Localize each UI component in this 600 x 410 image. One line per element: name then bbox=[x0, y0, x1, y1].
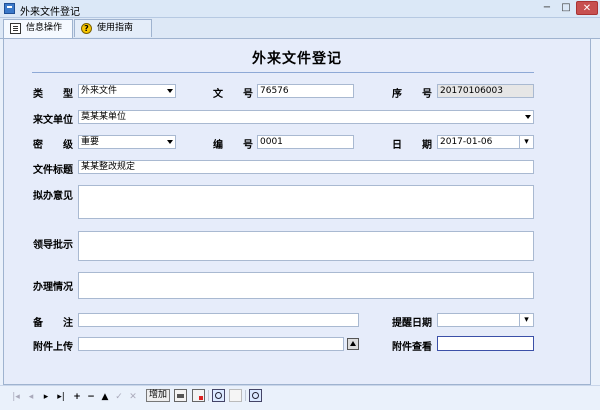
help-icon: ? bbox=[81, 23, 92, 34]
window-title: 外来文件登记 bbox=[20, 7, 80, 18]
add-record-icon[interactable]: + bbox=[72, 391, 82, 403]
print-delete-icon[interactable] bbox=[192, 389, 205, 402]
date-dropdown-icon[interactable]: ▾ bbox=[519, 136, 533, 148]
secret-label: 密 级 bbox=[33, 140, 73, 151]
doc-title-label: 文件标题 bbox=[33, 165, 73, 176]
from-unit-select[interactable]: 莫某某单位 bbox=[78, 110, 534, 124]
attach-view-field[interactable] bbox=[437, 336, 534, 351]
prev-record-icon[interactable]: ◂ bbox=[26, 391, 36, 403]
up-record-icon[interactable]: ▲ bbox=[100, 391, 110, 403]
toolbar-separator bbox=[208, 390, 209, 401]
document-icon bbox=[10, 23, 21, 34]
note-field[interactable] bbox=[78, 313, 359, 327]
handling-status-textarea[interactable] bbox=[78, 272, 534, 299]
from-unit-value: 莫某某单位 bbox=[81, 112, 127, 122]
date-picker[interactable]: 2017-01-06 ▾ bbox=[437, 135, 534, 149]
remind-date-picker[interactable]: ▾ bbox=[437, 313, 534, 327]
doc-title-field[interactable]: 某某整改规定 bbox=[78, 160, 534, 174]
leader-instruction-textarea[interactable] bbox=[78, 231, 534, 261]
chevron-down-icon bbox=[167, 140, 173, 144]
date-value: 2017-01-06 bbox=[440, 137, 493, 147]
delete-record-icon[interactable]: − bbox=[86, 391, 96, 403]
form-title: 外来文件登记 bbox=[252, 51, 342, 67]
number-field[interactable]: 0001 bbox=[257, 135, 354, 149]
secret-level-select[interactable]: 重要 bbox=[78, 135, 176, 149]
title-bar: 外来文件登记 − □ ✕ bbox=[0, 0, 600, 18]
type-value: 外来文件 bbox=[81, 86, 118, 96]
search-icon[interactable] bbox=[249, 389, 262, 402]
attach-view-label: 附件查看 bbox=[392, 342, 432, 353]
serial-field: 20170106003 bbox=[437, 84, 534, 98]
upload-icon[interactable] bbox=[347, 338, 359, 350]
from-unit-label: 来文单位 bbox=[33, 115, 73, 126]
date-label: 日 期 bbox=[392, 140, 432, 151]
registration-form: 外来文件登记 类 型 外来文件 文 号 76576 序 号 2017010600… bbox=[3, 38, 591, 385]
chevron-down-icon bbox=[525, 115, 531, 119]
proposal-label: 拟办意见 bbox=[33, 191, 73, 202]
attach-upload-label: 附件上传 bbox=[33, 342, 73, 353]
proposal-textarea[interactable] bbox=[78, 185, 534, 219]
chevron-down-icon bbox=[167, 89, 173, 93]
doc-no-label: 文 号 bbox=[213, 89, 253, 100]
first-record-icon[interactable]: |◂ bbox=[10, 391, 22, 403]
remind-date-label: 提醒日期 bbox=[392, 318, 432, 329]
type-select[interactable]: 外来文件 bbox=[78, 84, 176, 98]
attach-upload-field[interactable] bbox=[78, 337, 344, 351]
preview-icon[interactable] bbox=[212, 389, 225, 402]
tab-label: 信息操作 bbox=[26, 23, 63, 33]
app-icon bbox=[4, 3, 15, 14]
tab-label: 使用指南 bbox=[97, 23, 134, 33]
close-button[interactable]: ✕ bbox=[576, 1, 598, 15]
toolbar-separator bbox=[245, 390, 246, 401]
note-label: 备 注 bbox=[33, 318, 73, 329]
maximize-button[interactable]: □ bbox=[557, 1, 575, 15]
navigation-toolbar: |◂ ◂ ▸ ▸| + − ▲ ✓ ✕ 增加 bbox=[0, 385, 600, 410]
app-window: 外来文件登记 − □ ✕ 信息操作 ? 使用指南 外来文件登记 类 型 外来文件… bbox=[0, 0, 600, 410]
next-record-icon[interactable]: ▸ bbox=[41, 391, 51, 403]
tab-info-operation[interactable]: 信息操作 bbox=[3, 19, 73, 39]
minimize-button[interactable]: − bbox=[538, 1, 556, 15]
cancel-icon[interactable]: ✕ bbox=[128, 391, 138, 403]
title-divider bbox=[32, 72, 534, 73]
tab-bar: 信息操作 ? 使用指南 bbox=[0, 18, 600, 39]
tab-user-guide[interactable]: ? 使用指南 bbox=[74, 19, 152, 37]
add-button[interactable]: 增加 bbox=[146, 389, 170, 402]
print-icon[interactable] bbox=[174, 389, 187, 402]
type-label: 类 型 bbox=[33, 89, 73, 100]
check-icon[interactable]: ✓ bbox=[114, 391, 124, 403]
last-record-icon[interactable]: ▸| bbox=[55, 391, 67, 403]
status-label: 办理情况 bbox=[33, 282, 73, 293]
secret-value: 重要 bbox=[81, 137, 100, 147]
play-icon[interactable] bbox=[229, 389, 242, 402]
number-label: 编 号 bbox=[213, 140, 253, 151]
serial-label: 序 号 bbox=[392, 89, 432, 100]
date-dropdown-icon[interactable]: ▾ bbox=[519, 314, 533, 326]
leader-label: 领导批示 bbox=[33, 240, 73, 251]
doc-no-field[interactable]: 76576 bbox=[257, 84, 354, 98]
